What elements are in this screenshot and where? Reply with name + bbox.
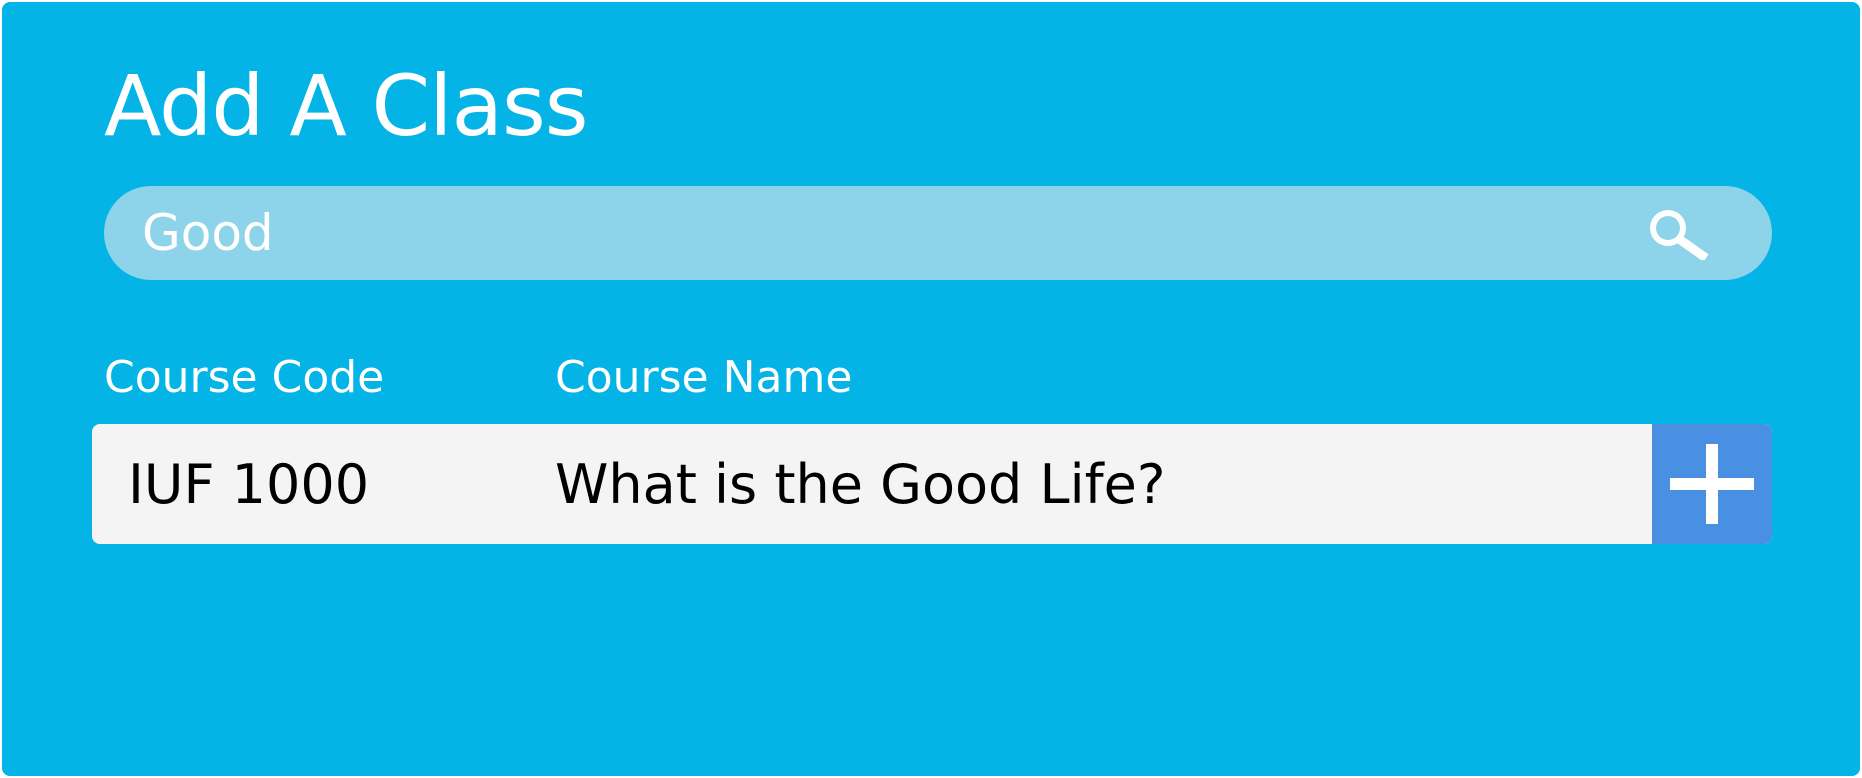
plus-icon	[1670, 444, 1754, 524]
table-row: IUF 1000 What is the Good Life?	[92, 424, 1772, 544]
search-input[interactable]	[142, 198, 1642, 268]
add-course-button[interactable]	[1652, 424, 1772, 544]
course-name-cell: What is the Good Life?	[555, 453, 1166, 516]
column-header-course-code: Course Code	[104, 352, 385, 403]
search-icon[interactable]	[1648, 208, 1710, 262]
search-bar[interactable]	[104, 186, 1772, 280]
add-class-panel: Add A Class Course Code Course Name IUF …	[2, 2, 1860, 776]
page-title: Add A Class	[104, 57, 588, 155]
course-code-cell: IUF 1000	[128, 453, 370, 516]
column-header-course-name: Course Name	[555, 352, 853, 403]
